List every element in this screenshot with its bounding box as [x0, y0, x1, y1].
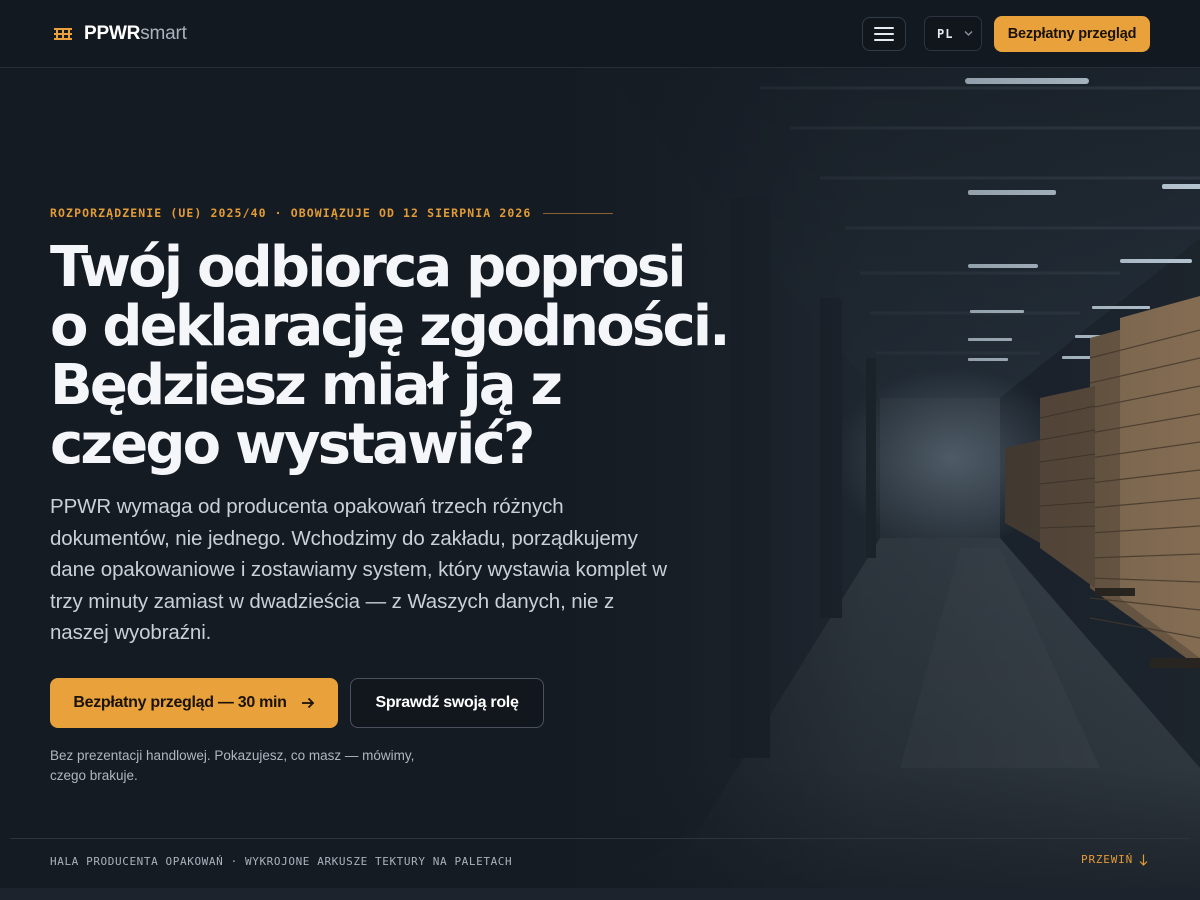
- hero-section: ROZPORZĄDZENIE (UE) 2025/40 · OBOWIĄZUJE…: [50, 68, 731, 838]
- scroll-label: PRZEWIŃ: [1081, 853, 1133, 866]
- check-role-button[interactable]: Sprawdź swoją rolę: [350, 678, 544, 728]
- logo-text: PPWRsmart: [84, 23, 187, 45]
- page: PPWRsmart PL Bezpłatny przegląd ROZPORZĄ…: [0, 0, 1200, 900]
- headline-line: Będziesz miał ją z: [50, 353, 563, 418]
- hero-headline: Twój odbiorca poprosi o deklarację zgodn…: [50, 235, 731, 477]
- next-section-edge: [0, 888, 1200, 900]
- headline-line: czego wystawić?: [50, 412, 535, 477]
- headline-line: Twój odbiorca poprosi: [50, 235, 687, 300]
- hero-lead: PPWR wymaga od producenta opakowań trzec…: [50, 495, 667, 644]
- header-review-button[interactable]: Bezpłatny przegląd: [994, 16, 1150, 52]
- pallet-stack-icon: [54, 28, 72, 40]
- language-select[interactable]: PL: [924, 16, 982, 51]
- logo-text-bold: PPWR: [84, 23, 141, 44]
- language-label: PL: [937, 26, 954, 41]
- hero-note: Bez prezentacji handlowej. Pokazujesz, c…: [50, 748, 415, 783]
- hamburger-menu-icon: [874, 27, 894, 41]
- free-review-label: Bezpłatny przegląd — 30 min: [73, 694, 287, 711]
- logo[interactable]: PPWRsmart: [54, 22, 187, 46]
- free-review-button[interactable]: Bezpłatny przegląd — 30 min: [50, 678, 338, 728]
- headline-line: o deklarację zgodności.: [50, 294, 731, 359]
- scroll-down-link[interactable]: PRZEWIŃ: [1081, 853, 1148, 866]
- eyebrow: ROZPORZĄDZENIE (UE) 2025/40 · OBOWIĄZUJE…: [50, 206, 614, 220]
- chevron-down-icon: [964, 31, 973, 36]
- arrow-down-icon: [1139, 854, 1148, 866]
- eyebrow-divider: [543, 212, 614, 214]
- eyebrow-text: ROZPORZĄDZENIE (UE) 2025/40 · OBOWIĄZUJE…: [50, 206, 532, 220]
- logo-text-light: smart: [140, 23, 187, 44]
- menu-button[interactable]: [862, 17, 906, 51]
- image-caption-strip: HALA PRODUCENTA OPAKOWAŃ · WYKROJONE ARK…: [10, 838, 1190, 888]
- arrow-right-icon: [301, 697, 314, 709]
- site-header: PPWRsmart PL Bezpłatny przegląd: [0, 0, 1200, 68]
- image-caption: HALA PRODUCENTA OPAKOWAŃ · WYKROJONE ARK…: [50, 855, 513, 868]
